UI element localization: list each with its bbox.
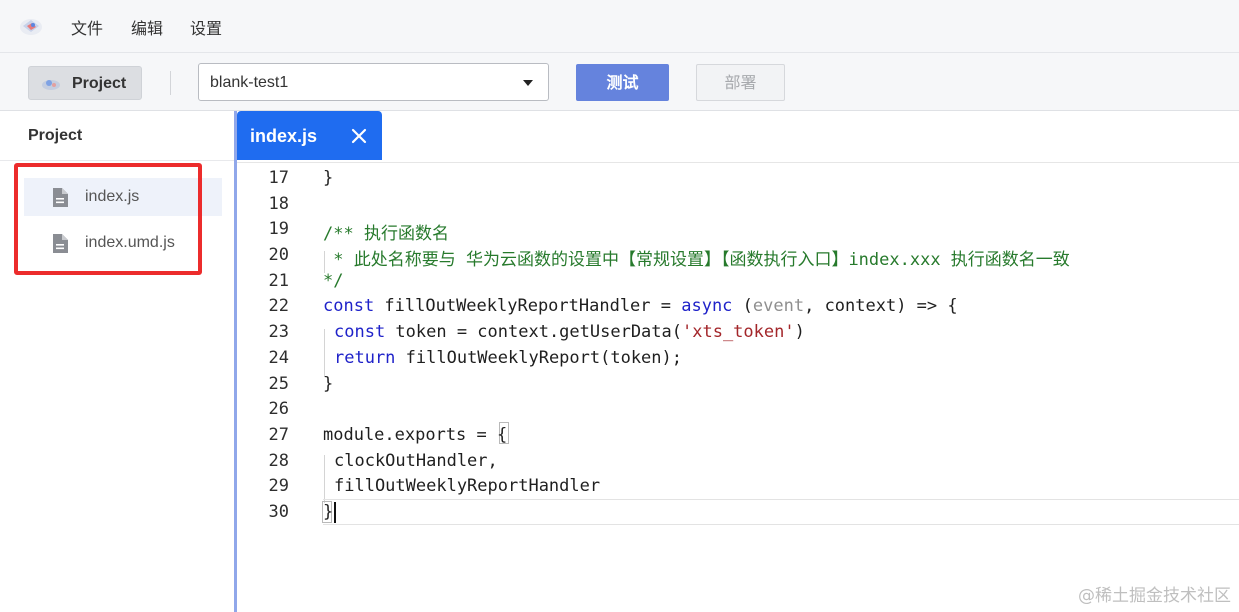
toolbar: Project blank-test1 测试 部署 — [0, 53, 1239, 111]
line-number: 24 — [268, 348, 289, 368]
line-number: 23 — [268, 322, 289, 342]
tab-label: index.js — [250, 126, 318, 146]
code-text: token = context.getUserData( — [385, 322, 682, 342]
menu-bar: 文件 编辑 设置 — [0, 0, 1239, 53]
code-line-19: /** 执行函数名 — [323, 224, 449, 244]
code-editor[interactable]: 17 18 19 20 21 22 23 24 25 26 27 28 29 3… — [237, 162, 1239, 612]
line-number: 27 — [268, 425, 289, 445]
code-line-29: fillOutWeeklyReportHandler — [334, 476, 601, 496]
sidebar-title: Project — [28, 127, 83, 144]
code-line-27: module.exports = { — [323, 425, 508, 445]
line-number: 20 — [268, 245, 289, 265]
code-line-24: return fillOutWeeklyReport(token); — [334, 348, 682, 368]
sidebar-divider — [0, 160, 234, 161]
test-button[interactable]: 测试 — [576, 64, 669, 101]
code-text: ) — [794, 322, 805, 342]
code-keyword: const — [323, 296, 375, 316]
project-button-label: Project — [72, 75, 127, 92]
line-number: 29 — [268, 476, 289, 496]
code-line-30: } — [323, 502, 334, 522]
close-icon[interactable] — [351, 128, 367, 144]
menu-edit[interactable]: 编辑 — [131, 15, 163, 39]
line-number: 19 — [268, 219, 289, 239]
code-line-23: const token = context.getUserData('xts_t… — [334, 322, 805, 342]
menu-settings[interactable]: 设置 — [190, 15, 222, 39]
environment-select-value: blank-test1 — [210, 74, 289, 91]
code-text: ( — [732, 296, 753, 316]
menu-file[interactable]: 文件 — [71, 15, 103, 39]
line-number: 17 — [268, 168, 289, 188]
line-number: 22 — [268, 296, 289, 316]
code-unused-param: event — [752, 296, 805, 316]
watermark: @稀土掘金技术社区 — [1078, 586, 1231, 606]
code-text: fillOutWeeklyReport(token); — [395, 348, 682, 368]
tab-index-js[interactable]: index.js — [237, 111, 382, 160]
code-keyword: const — [334, 322, 386, 342]
code-line-22: const fillOutWeeklyReportHandler = async… — [323, 296, 958, 316]
chevron-down-icon — [523, 80, 533, 86]
editor-tab-bar: index.js — [237, 111, 1239, 162]
code-string: 'xts_token' — [682, 322, 795, 342]
environment-select[interactable]: blank-test1 — [198, 63, 549, 101]
line-number: 25 — [268, 374, 289, 394]
code-text: , context) => { — [804, 296, 958, 316]
toolbar-divider — [170, 71, 171, 95]
project-icon — [42, 80, 60, 90]
project-sidebar: Project index.js index.umd.js — [0, 111, 234, 612]
indent-guide — [324, 329, 325, 377]
code-keyword: async — [681, 296, 733, 316]
text-cursor — [334, 502, 336, 523]
line-number: 26 — [268, 399, 289, 419]
deploy-button[interactable]: 部署 — [696, 64, 785, 101]
code-line-17: } — [323, 168, 334, 188]
code-line-28: clockOutHandler, — [334, 451, 498, 471]
code-text: fillOutWeeklyReportHandler = — [374, 296, 682, 316]
app-logo-icon — [20, 19, 42, 35]
project-button[interactable]: Project — [28, 66, 142, 100]
code-line-21: */ — [323, 271, 344, 291]
indent-guide — [324, 455, 325, 503]
code-keyword: return — [334, 348, 396, 368]
highlight-annotation-box — [14, 163, 202, 275]
line-number: 18 — [268, 194, 289, 214]
line-number: 28 — [268, 451, 289, 471]
code-line-20: * 此处名称要与 华为云函数的设置中【常规设置】【函数执行入口】index.xx… — [323, 250, 1070, 270]
code-line-25: } — [323, 374, 334, 394]
line-number: 21 — [268, 271, 289, 291]
current-line-highlight — [323, 499, 1239, 525]
line-number: 30 — [268, 502, 289, 522]
